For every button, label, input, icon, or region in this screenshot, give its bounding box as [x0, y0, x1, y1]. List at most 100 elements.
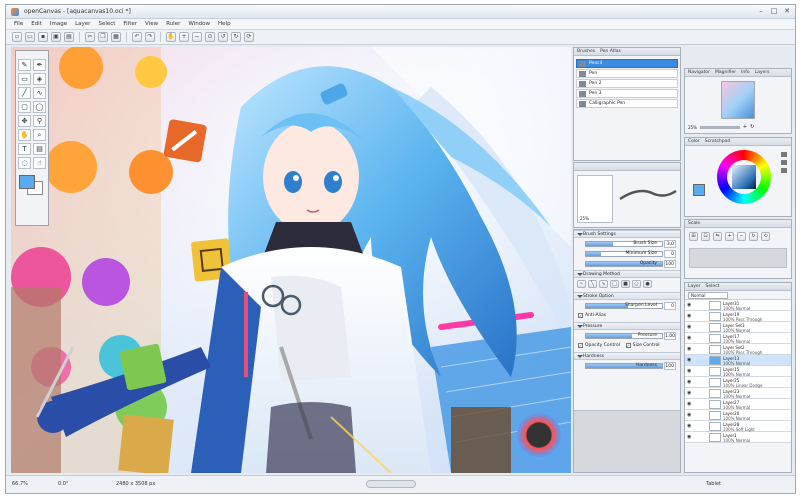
blur-tool-icon[interactable]: ◌ — [18, 157, 31, 169]
scale-reset-icon[interactable]: ⟲ — [761, 232, 770, 241]
rect-method-icon[interactable]: □ — [610, 280, 619, 288]
drawing-canvas[interactable]: ✎ ✒ ▭ ◈ ╱ ∿ ▢ ◯ ✥ ⚲ ✋ ⌕ T ▤ ◌ ☝ — [11, 47, 571, 473]
hand-icon[interactable]: ✋ — [166, 32, 176, 42]
color-wheel[interactable] — [717, 150, 771, 204]
pressure-slider[interactable]: Pressure 1.00 — [577, 332, 677, 340]
minimum-size-slider[interactable]: Minimum Size 0 — [577, 250, 677, 258]
tab-navigator[interactable]: Navigator — [688, 70, 710, 75]
visibility-eye-icon[interactable]: ◉ — [687, 369, 693, 374]
canvas-scrollbar[interactable] — [366, 480, 416, 488]
visibility-eye-icon[interactable]: ◉ — [687, 336, 693, 341]
rotate-left-icon[interactable]: ↺ — [218, 32, 228, 42]
lasso-tool-icon[interactable]: ◯ — [33, 101, 46, 113]
visibility-eye-icon[interactable]: ◉ — [687, 435, 693, 440]
layer-row-selected[interactable]: ◉ Layer13 100% Normal — [685, 355, 791, 366]
curve-tool-icon[interactable]: ∿ — [33, 87, 46, 99]
menu-ruler[interactable]: Ruler — [162, 19, 184, 30]
tab-scratchpad[interactable]: Scratchpad — [705, 139, 731, 144]
minimum-size-value[interactable]: 0 — [664, 250, 676, 258]
size-control-checkbox[interactable]: ✓ Size Control — [622, 342, 660, 350]
layer-row[interactable]: ◉ Layer19 100% Pass Through — [685, 311, 791, 322]
color-mode-icon[interactable] — [781, 160, 787, 165]
visibility-eye-icon[interactable]: ◉ — [687, 314, 693, 319]
color-mode-icon[interactable] — [781, 152, 787, 157]
line-method-icon[interactable]: ╲ — [588, 280, 597, 288]
curve-method-icon[interactable]: ∿ — [599, 280, 608, 288]
brush-item-pen-3[interactable]: Pen 3 — [576, 89, 678, 98]
visibility-eye-icon[interactable]: ◉ — [687, 424, 693, 429]
rotate-right-icon[interactable]: ↻ — [231, 32, 241, 42]
anti-alias-checkbox[interactable]: ✓ Anti-Alias — [574, 312, 606, 320]
drawing-method-section[interactable]: Drawing Method — [574, 270, 680, 278]
save-as-icon[interactable]: ▣ — [51, 32, 61, 42]
tab-brushes[interactable]: Brushes — [577, 49, 595, 54]
brush-size-value[interactable]: 3.0 — [664, 240, 676, 248]
color-swatches[interactable] — [18, 174, 46, 196]
layer-row[interactable]: ◉ Layer28 100% Soft Light — [685, 421, 791, 432]
open-file-icon[interactable]: ▭ — [25, 32, 35, 42]
layer-row[interactable]: ◉ Layer17 100% Normal — [685, 333, 791, 344]
layer-row[interactable]: ◉ Layer Set2 100% Pass Through — [685, 344, 791, 355]
sharpen-level-value[interactable]: 0 — [664, 302, 676, 310]
opacity-value[interactable]: 100 — [664, 260, 676, 268]
hardness-slider[interactable]: Hardness 100 — [577, 362, 677, 370]
save-icon[interactable]: ▪ — [38, 32, 48, 42]
hand-tool-icon[interactable]: ✋ — [18, 129, 31, 141]
visibility-eye-icon[interactable]: ◉ — [687, 402, 693, 407]
navigator-zoom-slider[interactable] — [699, 125, 740, 129]
eyedropper-tool-icon[interactable]: ⚲ — [33, 115, 46, 127]
navigator-rotate-icon[interactable]: ↻ — [750, 124, 754, 130]
scale-actual-icon[interactable]: ⊡ — [701, 232, 710, 241]
tab-info[interactable]: Info — [741, 70, 750, 75]
brush-item-pencil[interactable]: Pencil — [576, 59, 678, 68]
new-file-icon[interactable]: ▫ — [12, 32, 22, 42]
foreground-color-swatch[interactable] — [19, 175, 35, 189]
brush-size-slider[interactable]: Brush Size 3.0 — [577, 240, 677, 248]
smudge-tool-icon[interactable]: ☝ — [33, 157, 46, 169]
visibility-eye-icon[interactable]: ◉ — [687, 303, 693, 308]
zoom-fit-icon[interactable]: ⊙ — [205, 32, 215, 42]
blend-mode-select[interactable]: Normal — [688, 292, 728, 299]
line-tool-icon[interactable]: ╱ — [18, 87, 31, 99]
navigator-zoom-in-icon[interactable]: + — [743, 124, 747, 130]
scale-flip-icon[interactable]: ⇋ — [713, 232, 722, 241]
rect-select-tool-icon[interactable]: ▢ — [18, 101, 31, 113]
pressure-section[interactable]: Pressure — [574, 322, 680, 330]
tab-magnifier[interactable]: Magnifier — [715, 70, 736, 75]
sharpen-level-slider[interactable]: Sharpen Level 0 — [577, 302, 677, 310]
undo-icon[interactable]: ↶ — [132, 32, 142, 42]
tab-layer[interactable]: Layer — [688, 284, 701, 289]
brush-tool-icon[interactable]: ✎ — [18, 59, 31, 71]
maximize-button[interactable]: □ — [768, 7, 780, 16]
hardness-value[interactable]: 100 — [664, 362, 676, 370]
cut-icon[interactable]: ✂ — [85, 32, 95, 42]
eraser-tool-icon[interactable]: ▭ — [18, 73, 31, 85]
rect-fill-method-icon[interactable]: ■ — [621, 280, 630, 288]
tab-color[interactable]: Color — [688, 139, 700, 144]
scale-zoom-out-icon[interactable]: − — [737, 232, 746, 241]
close-button[interactable]: ✕ — [781, 7, 793, 16]
scale-rotate-icon[interactable]: ↻ — [749, 232, 758, 241]
menu-view[interactable]: View — [141, 19, 162, 30]
brush-settings-section[interactable]: Brush Settings — [574, 230, 680, 238]
layer-row[interactable]: ◉ Layer1 100% Normal — [685, 432, 791, 443]
gradient-tool-icon[interactable]: ▤ — [33, 143, 46, 155]
menu-file[interactable]: File — [10, 19, 27, 30]
stroke-option-section[interactable]: Stroke Option — [574, 292, 680, 300]
ellipse-method-icon[interactable]: ○ — [632, 280, 641, 288]
visibility-eye-icon[interactable]: ◉ — [687, 391, 693, 396]
tab-select[interactable]: Select — [706, 284, 720, 289]
visibility-eye-icon[interactable]: ◉ — [687, 413, 693, 418]
brush-item-calligraphic-pen[interactable]: Calligraphic Pen — [576, 99, 678, 108]
layer-row[interactable]: ◉ Layer23 100% Normal — [685, 388, 791, 399]
menu-select[interactable]: Select — [94, 19, 119, 30]
scale-fit-icon[interactable]: ⊞ — [689, 232, 698, 241]
rotate-reset-icon[interactable]: ⟳ — [244, 32, 254, 42]
zoom-out-icon[interactable]: − — [192, 32, 202, 42]
visibility-eye-icon[interactable]: ◉ — [687, 358, 693, 363]
layer-row[interactable]: ◉ Layer27 100% Normal — [685, 399, 791, 410]
layer-row[interactable]: ◉ Layer31 100% Normal — [685, 300, 791, 311]
print-icon[interactable]: ▤ — [64, 32, 74, 42]
menu-edit[interactable]: Edit — [27, 19, 46, 30]
pressure-value[interactable]: 1.00 — [664, 332, 676, 340]
